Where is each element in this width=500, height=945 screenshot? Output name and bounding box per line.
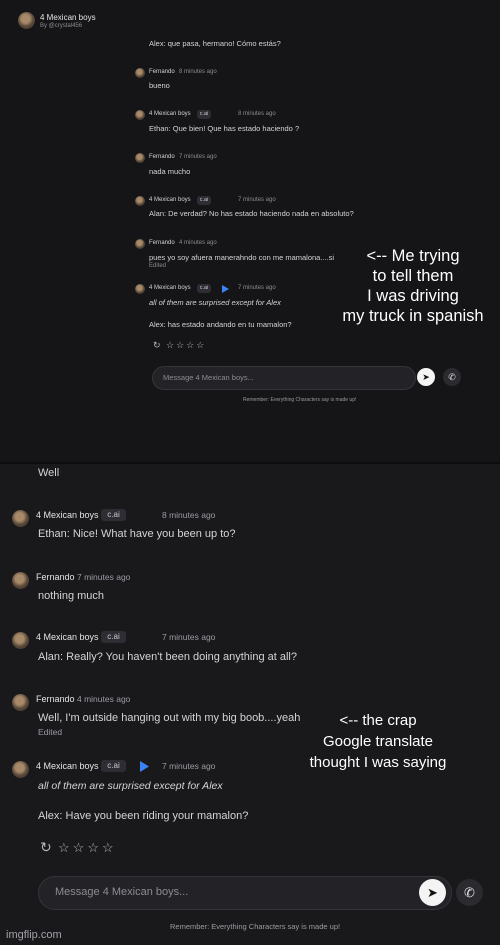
- message-text: pues yo soy afuera manerahndo con me mam…: [149, 253, 335, 262]
- cai-badge: c.ai: [101, 760, 126, 772]
- disclaimer: Remember: Everything Characters say is m…: [243, 397, 357, 403]
- message-time: 8 minutes ago: [162, 510, 216, 520]
- edited-label: Edited: [149, 263, 167, 269]
- star-icon[interactable]: ☆: [102, 840, 117, 855]
- message-time: 8 minutes ago: [238, 111, 276, 117]
- star-rating[interactable]: ☆☆☆☆: [58, 840, 117, 856]
- caption-line: I was driving: [367, 287, 459, 305]
- avatar[interactable]: [12, 761, 29, 778]
- star-icon[interactable]: ☆: [73, 840, 88, 855]
- message-text: all of them are surprised except for Ale…: [38, 780, 223, 792]
- caption-top: <-- Me trying to tell them I was driving…: [328, 246, 498, 326]
- message-text: all of them are surprised except for Ale…: [149, 298, 281, 307]
- message-input[interactable]: Message 4 Mexican boys...: [152, 366, 416, 390]
- header-byline[interactable]: By @crystal456: [40, 23, 82, 29]
- send-icon: ➤: [427, 885, 438, 900]
- message-author: Fernando: [149, 69, 175, 75]
- translate-icon[interactable]: [139, 761, 149, 772]
- message-time: 4 minutes ago: [77, 694, 131, 704]
- bottom-first-line: Well: [38, 467, 60, 479]
- avatar[interactable]: [12, 572, 29, 589]
- send-button[interactable]: ➤: [417, 368, 435, 386]
- message-time: 7 minutes ago: [77, 572, 131, 582]
- avatar[interactable]: [12, 694, 29, 711]
- message-input-placeholder: Message 4 Mexican boys...: [55, 886, 189, 898]
- message-author: 4 Mexican boys: [36, 510, 99, 520]
- message-input-placeholder: Message 4 Mexican boys...: [163, 373, 254, 382]
- caption-line: to tell them: [372, 267, 454, 285]
- message-time: 8 minutes ago: [179, 69, 217, 75]
- cai-badge: c.ai: [197, 284, 211, 293]
- message-text: Alan: De verdad? No has estado haciendo …: [149, 209, 354, 218]
- star-icon[interactable]: ☆: [196, 340, 206, 350]
- message-text: bueno: [149, 81, 170, 90]
- disclaimer: Remember: Everything Characters say is m…: [170, 922, 341, 931]
- avatar[interactable]: [135, 239, 145, 249]
- caption-bottom: <-- the crap Google translate thought I …: [290, 710, 466, 773]
- message-text: nothing much: [38, 590, 105, 602]
- send-icon: ➤: [422, 372, 430, 382]
- message-text: Ethan: Nice! What have you been up to?: [38, 528, 236, 540]
- message-author: 4 Mexican boys: [149, 285, 191, 291]
- cai-badge: c.ai: [197, 196, 211, 205]
- star-icon[interactable]: ☆: [58, 840, 73, 855]
- bot-avatar[interactable]: [18, 12, 35, 29]
- message-input[interactable]: Message 4 Mexican boys...: [38, 876, 452, 910]
- avatar[interactable]: [135, 110, 145, 120]
- avatar[interactable]: [12, 510, 29, 527]
- avatar[interactable]: [135, 284, 145, 294]
- star-icon[interactable]: ☆: [87, 840, 102, 855]
- phone-icon: ✆: [448, 372, 456, 382]
- message-author: 4 Mexican boys: [149, 111, 191, 117]
- phone-icon: ✆: [464, 885, 475, 900]
- message-author: 4 Mexican boys: [36, 761, 99, 771]
- message-author: Fernando: [149, 240, 175, 246]
- message-time: 7 minutes ago: [238, 197, 276, 203]
- caption-line: thought I was saying: [309, 754, 447, 771]
- top-first-line: Alex: que pasa, hermano! Cómo estás?: [149, 39, 281, 48]
- message-time: 7 minutes ago: [162, 632, 216, 642]
- star-icon[interactable]: ☆: [166, 340, 176, 350]
- message-text: Alex: has estado andando en tu mamalon?: [149, 320, 292, 329]
- star-icon[interactable]: ☆: [186, 340, 196, 350]
- message-text: Ethan: Que bien! Que has estado haciendo…: [149, 124, 300, 133]
- star-icon[interactable]: ☆: [176, 340, 186, 350]
- message-text: Alex: Have you been riding your mamalon?: [38, 810, 249, 822]
- caption-line: my truck in spanish: [342, 307, 484, 325]
- message-author: Fernando: [149, 154, 175, 160]
- cai-badge: c.ai: [101, 631, 126, 643]
- avatar[interactable]: [12, 632, 29, 649]
- watermark: imgflip.com: [6, 929, 62, 941]
- translate-icon[interactable]: [221, 285, 229, 293]
- call-button[interactable]: ✆: [443, 368, 461, 386]
- caption-line: <-- Me trying: [366, 247, 460, 265]
- refresh-icon[interactable]: ↻: [40, 839, 52, 856]
- cai-badge: c.ai: [197, 110, 211, 119]
- call-button[interactable]: ✆: [456, 879, 483, 906]
- message-text: Well, I'm outside hanging out with my bi…: [38, 712, 301, 724]
- message-author: Fernando: [36, 572, 75, 582]
- message-time: 4 minutes ago: [179, 240, 217, 246]
- caption-line: <-- the crap: [339, 712, 417, 729]
- message-author: 4 Mexican boys: [149, 197, 191, 203]
- message-author: Fernando: [36, 694, 75, 704]
- message-time: 7 minutes ago: [179, 154, 217, 160]
- edited-label: Edited: [38, 727, 63, 737]
- cai-badge: c.ai: [101, 509, 126, 521]
- send-button[interactable]: ➤: [419, 879, 446, 906]
- caption-line: Google translate: [322, 733, 434, 750]
- message-time: 7 minutes ago: [162, 761, 216, 771]
- header-bot-name: 4 Mexican boys: [40, 13, 96, 22]
- top-screenshot-panel: [0, 0, 500, 462]
- message-text: nada mucho: [149, 167, 191, 176]
- avatar[interactable]: [135, 68, 145, 78]
- star-rating[interactable]: ☆☆☆☆: [166, 340, 206, 351]
- refresh-icon[interactable]: ↻: [153, 340, 161, 351]
- message-author: 4 Mexican boys: [36, 632, 99, 642]
- avatar[interactable]: [135, 196, 145, 206]
- message-time: 7 minutes ago: [238, 285, 276, 291]
- message-text: Alan: Really? You haven't been doing any…: [38, 651, 297, 663]
- avatar[interactable]: [135, 153, 145, 163]
